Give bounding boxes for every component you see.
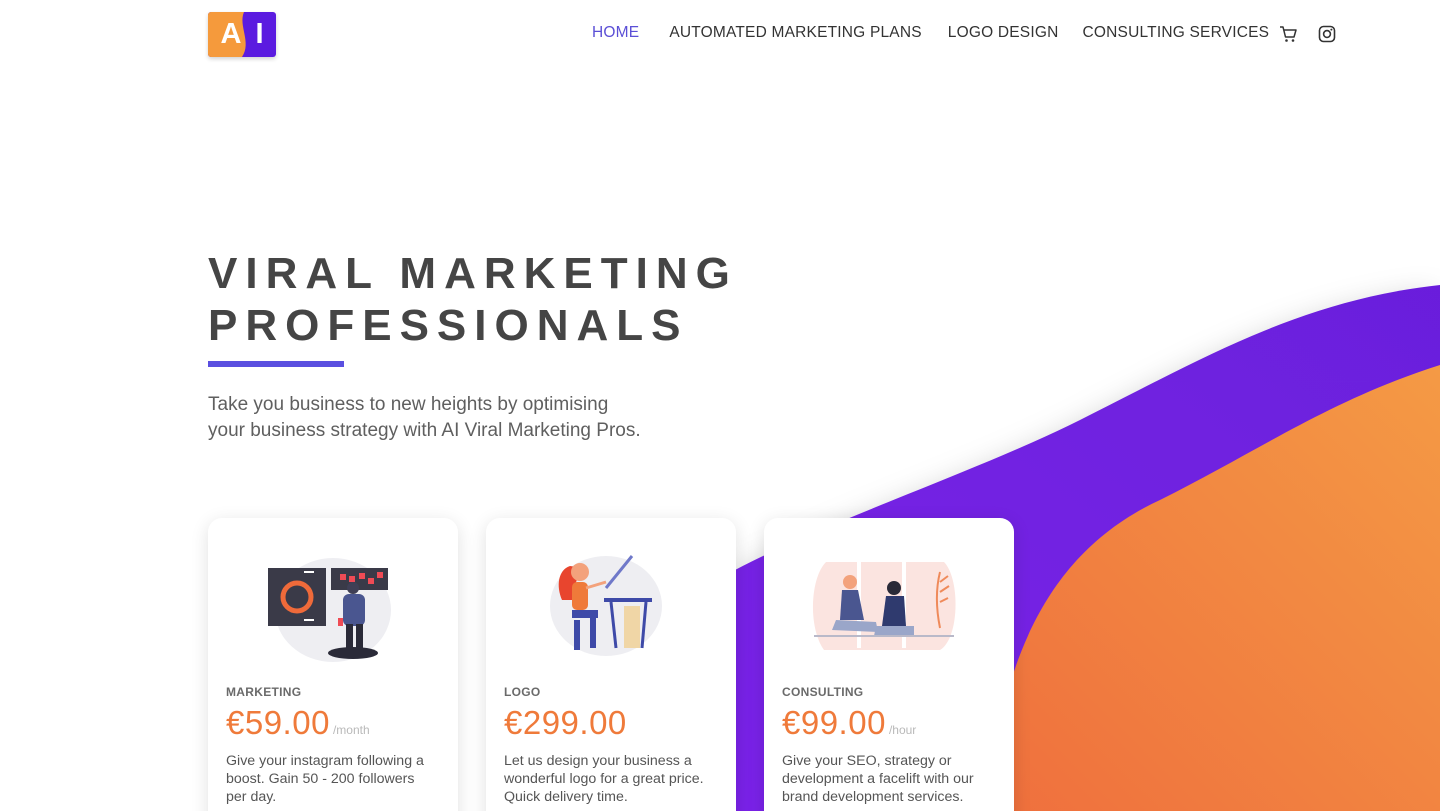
hero-subtitle-line-1: Take you business to new heights by opti… xyxy=(208,394,609,415)
pricing-card-marketing[interactable]: MARKETING €59.00/month Give your instagr… xyxy=(208,518,458,811)
logo-letter-i: I xyxy=(255,18,264,50)
main-nav: HOME AUTOMATED MARKETING PLANS LOGO DESI… xyxy=(592,24,1269,42)
hero-title: VIRAL MARKETING PROFESSIONALS xyxy=(208,248,738,352)
pricing-card-logo[interactable]: LOGO €299.00 Let us design your business… xyxy=(486,518,736,811)
price-value: €99.00 xyxy=(782,704,886,741)
card-price: €59.00/month xyxy=(226,704,370,742)
presentation-illustration xyxy=(268,558,391,662)
price-value: €59.00 xyxy=(226,704,330,741)
nav-home[interactable]: HOME xyxy=(592,24,639,42)
title-underline xyxy=(208,361,344,367)
logo-letter-a: A xyxy=(220,18,242,50)
card-description: Give your instagram following a boost. G… xyxy=(226,752,444,806)
card-description-line: Let us design your business a xyxy=(504,753,692,769)
card-description-line: wonderful logo for a great price. xyxy=(504,771,704,787)
card-label: LOGO xyxy=(504,685,541,699)
consulting-illustration xyxy=(812,562,956,650)
hero-title-line-1: VIRAL MARKETING xyxy=(208,249,738,298)
card-label: CONSULTING xyxy=(782,685,864,699)
card-description: Let us design your business a wonderful … xyxy=(504,752,722,806)
designer-illustration xyxy=(550,555,662,656)
card-description-line: development a facelift with our xyxy=(782,771,974,787)
price-value: €299.00 xyxy=(504,704,627,741)
cart-icon[interactable] xyxy=(1278,24,1298,44)
nav-logo-design[interactable]: LOGO DESIGN xyxy=(948,24,1059,42)
card-description-line: Give your instagram following a xyxy=(226,753,424,769)
card-label: MARKETING xyxy=(226,685,302,699)
card-description-line: per day. xyxy=(226,789,277,805)
brand-logo[interactable]: A I xyxy=(208,12,276,57)
nav-consulting-services[interactable]: CONSULTING SERVICES xyxy=(1083,24,1270,42)
price-unit: /hour xyxy=(888,723,917,737)
card-description-line: brand development services. xyxy=(782,789,964,805)
card-price: €299.00 xyxy=(504,704,630,742)
instagram-icon[interactable] xyxy=(1317,24,1337,44)
card-price: €99.00/hour xyxy=(782,704,916,742)
card-description-line: Quick delivery time. xyxy=(504,789,628,805)
card-description-line: boost. Gain 50 - 200 followers xyxy=(226,771,415,787)
hero-subtitle-line-2: your business strategy with AI Viral Mar… xyxy=(208,420,641,441)
hero-title-line-2: PROFESSIONALS xyxy=(208,301,689,350)
nav-automated-marketing-plans[interactable]: AUTOMATED MARKETING PLANS xyxy=(669,24,921,42)
site-header: A I HOME AUTOMATED MARKETING PLANS LOGO … xyxy=(0,0,1440,70)
card-description: Give your SEO, strategy or development a… xyxy=(782,752,1000,806)
pricing-card-consulting[interactable]: CONSULTING €99.00/hour Give your SEO, st… xyxy=(764,518,1014,811)
price-unit: /month xyxy=(332,723,370,737)
logo-letters: A I xyxy=(208,12,276,57)
card-description-line: Give your SEO, strategy or xyxy=(782,753,952,769)
hero-subtitle: Take you business to new heights by opti… xyxy=(208,392,708,444)
